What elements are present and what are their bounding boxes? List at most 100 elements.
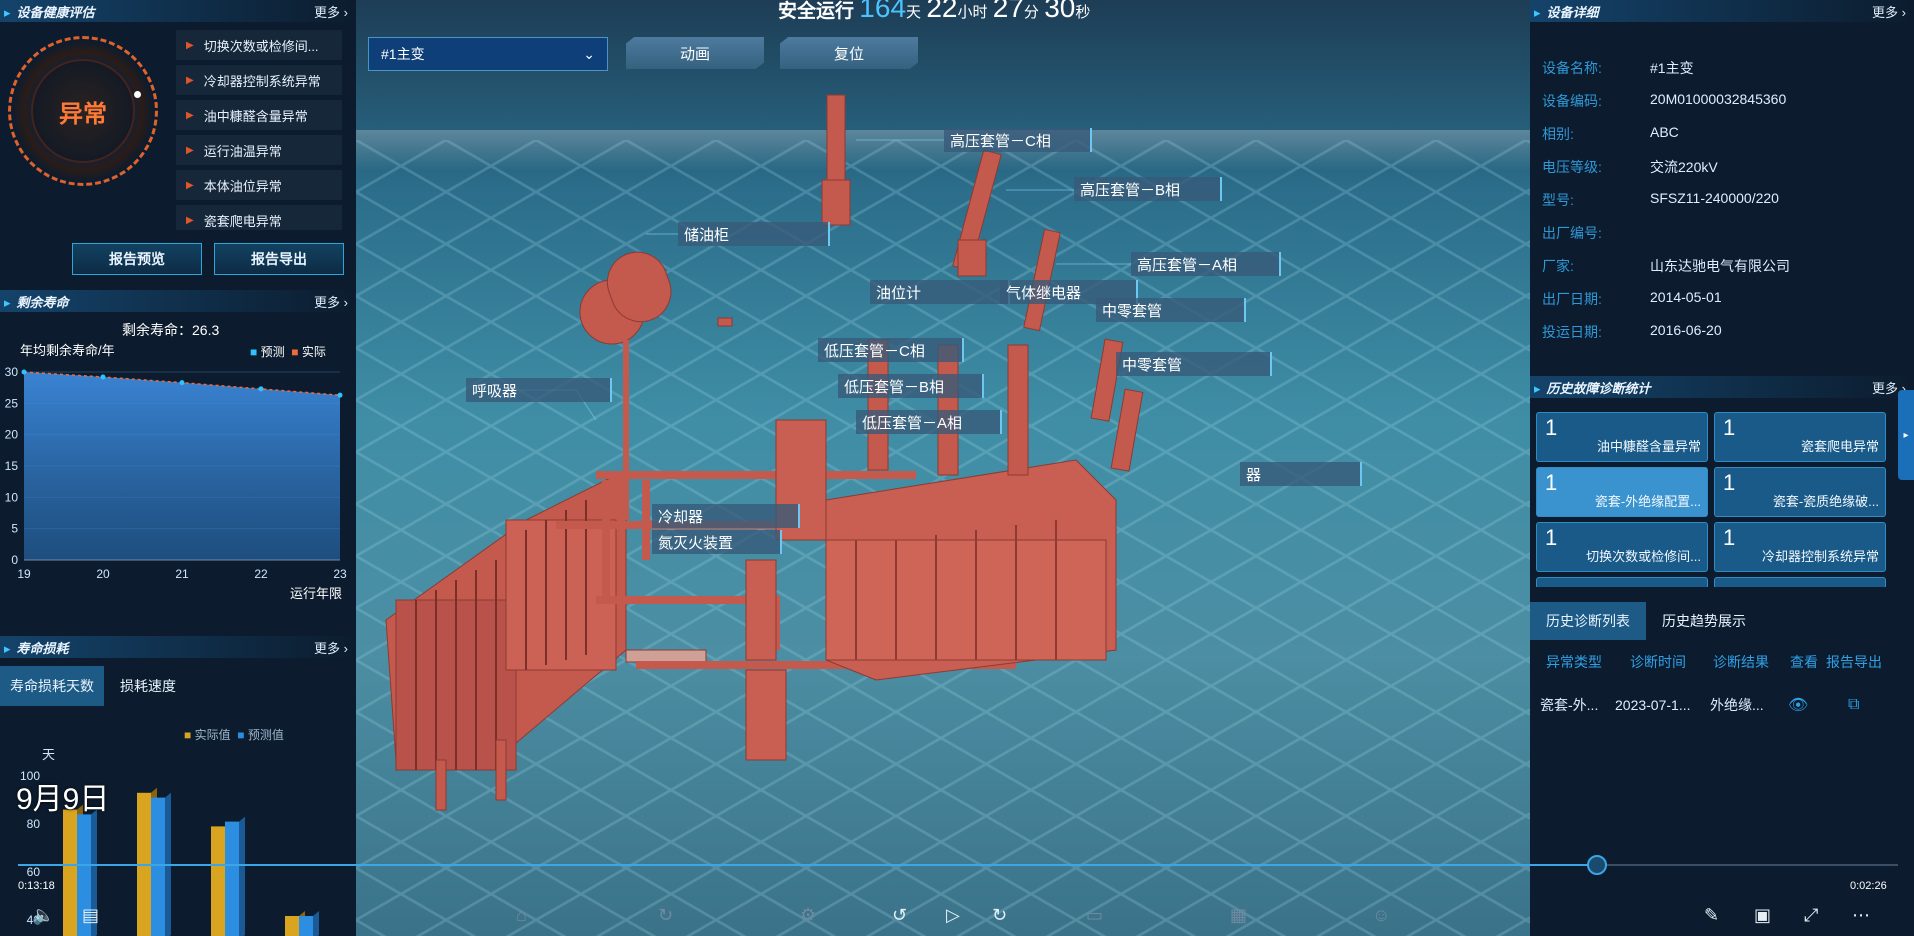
- label-mv-neutral-bushing-1[interactable]: 中零套管: [1096, 298, 1246, 322]
- label-oil-level-gauge[interactable]: 油位计: [870, 280, 1010, 304]
- animate-button[interactable]: 动画: [626, 37, 764, 69]
- label-hv-bushing-c[interactable]: 高压套管－C相: [944, 128, 1092, 152]
- label-conservator[interactable]: 储油柜: [678, 222, 830, 246]
- detail-panel-header: ▸ 设备详细 更多 ›: [1530, 0, 1914, 22]
- x-tick-label: 23: [333, 567, 347, 581]
- fault-stat-card[interactable]: 1 油中糠醛含量异常: [1536, 412, 1708, 462]
- y-tick-label: 20: [5, 428, 19, 442]
- home-icon[interactable]: ⌂: [516, 905, 527, 926]
- picture-in-picture-icon[interactable]: ▣: [1754, 905, 1771, 926]
- detail-value: 交流220kV: [1650, 159, 1718, 175]
- fault-stat-card[interactable]: 1 瓷套-外绝缘配置...: [1536, 467, 1708, 517]
- predicted-point: [21, 369, 27, 375]
- alert-item[interactable]: ▶ 本体油位异常: [176, 170, 342, 200]
- triangle-right-icon: ▶: [186, 39, 194, 51]
- fault-stat-card-partial[interactable]: [1714, 577, 1886, 587]
- detail-more-link[interactable]: 更多 ›: [1872, 2, 1906, 21]
- label-hv-bushing-a[interactable]: 高压套管－A相: [1131, 252, 1281, 276]
- detail-key: 相别:: [1542, 126, 1574, 142]
- triangle-right-icon: ▶: [186, 74, 194, 86]
- tab-life-loss-days[interactable]: 寿命损耗天数: [0, 666, 104, 706]
- health-more-link[interactable]: 更多 ›: [314, 2, 348, 21]
- device-select[interactable]: #1主变 ⌄: [368, 37, 608, 71]
- export-icon[interactable]: ⧉: [1848, 696, 1859, 714]
- label-lv-bushing-a[interactable]: 低压套管－A相: [856, 410, 1002, 434]
- pen-icon[interactable]: ✎: [1704, 905, 1719, 926]
- report-preview-button[interactable]: 报告预览: [72, 243, 202, 275]
- alert-item[interactable]: ▶ 瓷套爬电异常: [176, 205, 342, 230]
- reset-button[interactable]: 复位: [780, 37, 918, 69]
- cell-fault-type: 瓷套-外...: [1540, 697, 1599, 713]
- label-lv-bushing-b[interactable]: 低压套管－B相: [838, 374, 984, 398]
- alert-item[interactable]: ▶ 油中糠醛含量异常: [176, 100, 342, 130]
- 3d-transformer-scene[interactable]: 高压套管－C相 高压套管－B相 高压套管－A相 储油柜 油位计 气体继电器 中零…: [356, 0, 1530, 936]
- fullscreen-exit-icon[interactable]: ⤢: [1804, 905, 1818, 926]
- triangle-right-icon: ▶: [186, 179, 194, 191]
- x-tick-label: 22: [254, 567, 268, 581]
- remaining-life-text: 剩余寿命：26.3: [122, 322, 220, 338]
- monitor-icon[interactable]: ▭: [1086, 905, 1103, 926]
- health-status-gauge: 异常: [8, 36, 158, 186]
- tab-loss-speed[interactable]: 损耗速度: [104, 666, 186, 706]
- table-row[interactable]: 瓷套-外... 2023-07-1... 外绝缘... 👁 ⧉: [1530, 692, 1914, 718]
- rotate-icon[interactable]: ↻: [658, 905, 673, 926]
- days-unit: 天: [906, 4, 922, 21]
- detail-row: 投运日期: 2016-06-20: [1542, 322, 1722, 342]
- eye-icon[interactable]: 👁: [1788, 695, 1808, 715]
- legend-predicted: 预测: [260, 345, 285, 359]
- label-mv-neutral-bushing-2[interactable]: 中零套管: [1116, 352, 1272, 376]
- fault-stat-card[interactable]: 1 瓷套-瓷质绝缘破...: [1714, 467, 1886, 517]
- detail-row: 出厂日期: 2014-05-01: [1542, 289, 1722, 309]
- volume-icon[interactable]: 🔈: [32, 905, 54, 926]
- video-seek-handle[interactable]: [1587, 855, 1607, 875]
- tab-history-list[interactable]: 历史诊断列表: [1530, 602, 1646, 640]
- label-partial-hidden[interactable]: 器: [1240, 462, 1362, 486]
- detail-value: 2016-06-20: [1650, 322, 1722, 338]
- play-icon[interactable]: ▷: [946, 905, 960, 926]
- label-lv-bushing-c[interactable]: 低压套管－C相: [818, 338, 964, 362]
- detail-value: 20M01000032845360: [1650, 91, 1787, 107]
- person-icon[interactable]: ☺: [1372, 905, 1390, 926]
- tab-history-trend[interactable]: 历史趋势展示: [1646, 602, 1762, 640]
- detail-value: ABC: [1650, 124, 1679, 140]
- life-more-link[interactable]: 更多 ›: [314, 292, 348, 311]
- triangle-right-icon: ▶: [186, 214, 194, 226]
- more-options-icon[interactable]: ⋯: [1852, 905, 1870, 926]
- history-panel-title: 历史故障诊断统计: [1546, 380, 1651, 396]
- alert-item[interactable]: ▶ 冷却器控制系统异常: [176, 65, 342, 95]
- video-time-remaining: 0:02:26: [1850, 880, 1887, 892]
- fault-stat-card[interactable]: 1 冷却器控制系统异常: [1714, 522, 1886, 572]
- device-select-value: #1主变: [381, 46, 425, 62]
- forward-30-icon[interactable]: ↻: [992, 905, 1007, 926]
- history-panel-header: ▸ 历史故障诊断统计 更多 ›: [1530, 376, 1914, 398]
- life-chart-xlabel: 运行年限: [290, 586, 343, 601]
- alert-item[interactable]: ▶ 切换次数或检修间...: [176, 30, 342, 60]
- consume-more-link[interactable]: 更多 ›: [314, 638, 348, 657]
- report-export-button[interactable]: 报告导出: [214, 243, 344, 275]
- fault-stat-card-partial[interactable]: [1536, 577, 1708, 587]
- detail-value: SFSZ11-240000/220: [1650, 190, 1779, 206]
- alert-item[interactable]: ▶ 运行油温异常: [176, 135, 342, 165]
- hours-unit: 小时: [957, 4, 988, 21]
- fault-stat-card[interactable]: 1 瓷套爬电异常: [1714, 412, 1886, 462]
- label-hv-bushing-b[interactable]: 高压套管－B相: [1074, 177, 1222, 201]
- label-nitrogen-fire-extinguisher[interactable]: 氮灭火装置: [652, 530, 782, 554]
- triangle-right-icon: ▶: [186, 109, 194, 121]
- label-breather[interactable]: 呼吸器: [466, 378, 612, 402]
- settings-icon[interactable]: ⚙: [800, 905, 816, 926]
- side-panel-toggle[interactable]: ▸: [1898, 390, 1914, 480]
- fault-stat-card[interactable]: 1 切换次数或检修间...: [1536, 522, 1708, 572]
- y-tick-label: 25: [5, 396, 19, 410]
- rewind-10-icon[interactable]: ↺: [892, 905, 907, 926]
- subtitles-icon[interactable]: ▤: [82, 905, 99, 926]
- col-fault-type: 异常类型: [1546, 654, 1602, 670]
- history-table-header: 异常类型 诊断时间 诊断结果 查看 报告导出: [1530, 652, 1914, 674]
- remaining-life-chart: 0 5 10 15 20 25 30 19 20 21 22 23: [5, 365, 347, 581]
- detail-key: 投运日期:: [1542, 324, 1602, 340]
- label-cooler[interactable]: 冷却器: [652, 504, 800, 528]
- y-tick-label: 5: [11, 522, 18, 536]
- predicted-point: [179, 380, 185, 386]
- minutes-unit: 分: [1023, 4, 1039, 21]
- seconds-unit: 秒: [1075, 4, 1091, 21]
- grid-icon[interactable]: ▦: [1230, 905, 1247, 926]
